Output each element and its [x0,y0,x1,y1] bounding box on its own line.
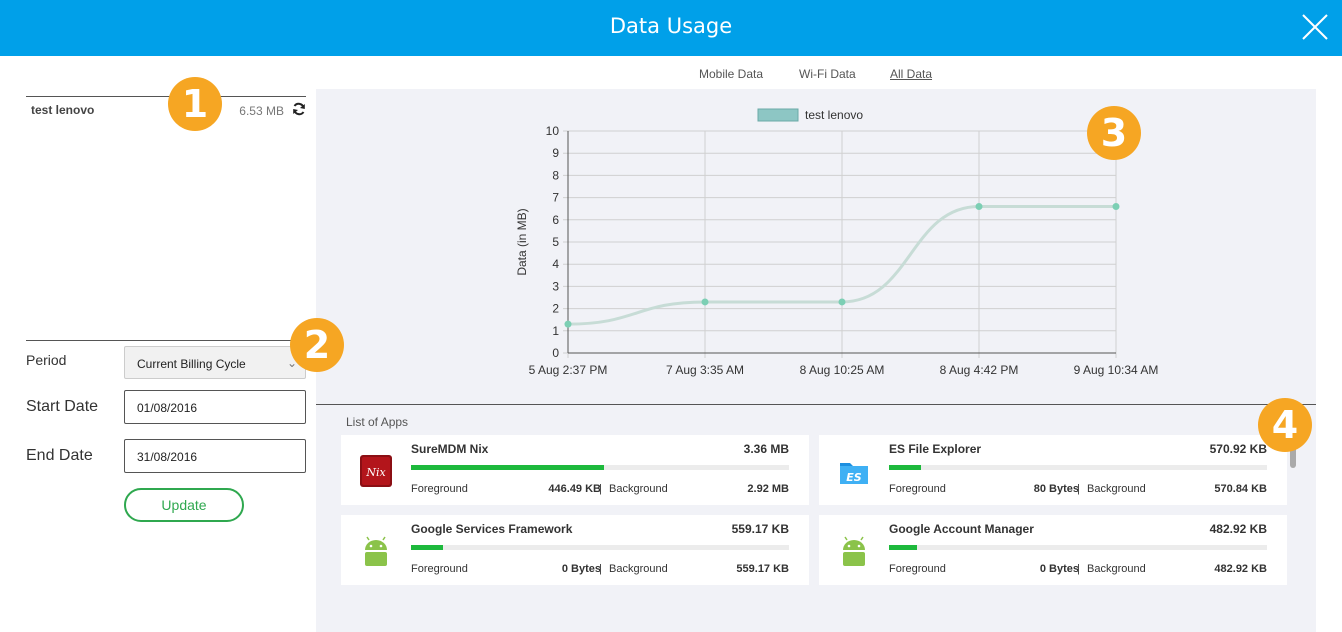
app-usage-fill [889,545,917,550]
chart-divider [316,404,1316,405]
y-tick-label: 2 [552,302,559,316]
apps-section-title: List of Apps [346,415,408,429]
background-value: 559.17 KB [736,563,789,575]
suremdm-nix-icon: Nix [359,454,393,488]
app-card[interactable]: Google Services Framework 559.17 KB Fore… [341,515,809,585]
app-usage-bar [411,465,789,470]
y-tick-label: 9 [552,146,559,160]
foreground-value: 80 Bytes [1034,483,1079,495]
step-badge-1: 1 [168,77,222,131]
foreground-label: Foreground [889,483,946,495]
app-usage-bar [889,465,1267,470]
legend-swatch [758,109,798,121]
app-name: ES File Explorer [889,442,981,456]
data-point [565,321,572,328]
step-badge-2: 2 [290,318,344,372]
device-data-size: 6.53 MB [239,104,284,118]
app-total: 3.36 MB [744,442,789,456]
app-card[interactable]: Google Account Manager 482.92 KB Foregro… [819,515,1287,585]
y-axis-label: Data (in MB) [515,208,529,275]
y-tick-label: 0 [552,346,559,360]
background-value: 2.92 MB [747,483,789,495]
data-point [839,298,846,305]
foreground-value: 0 Bytes [1040,563,1079,575]
step-badge-3: 3 [1087,106,1141,160]
start-date-label: Start Date [26,398,98,416]
x-tick-label: 8 Aug 10:25 AM [800,363,885,377]
filter-divider [26,340,306,341]
period-select[interactable]: Current Billing Cycle ⌄ [124,346,306,379]
update-button[interactable]: Update [124,488,244,522]
app-usage-fill [411,545,443,550]
device-list-item[interactable]: test lenovo 6.53 MB [26,96,306,122]
header-bar: Data Usage [0,0,1342,56]
foreground-value: 0 Bytes [562,563,601,575]
svg-text:Nix: Nix [365,466,386,479]
x-tick-label: 8 Aug 4:42 PM [940,363,1019,377]
app-card[interactable]: Nix SureMDM Nix 3.36 MB Foreground 446.4… [341,435,809,505]
value-separator: | [599,483,602,495]
device-name: test lenovo [31,103,94,117]
period-select-value: Current Billing Cycle [137,357,246,371]
data-point [1113,203,1120,210]
app-name: Google Account Manager [889,522,1034,536]
page-title: Data Usage [0,14,1342,38]
legend-label: test lenovo [805,108,863,122]
app-usage-fill [889,465,921,470]
background-label: Background [609,563,668,575]
end-date-field[interactable]: 31/08/2016 [124,439,306,473]
app-total: 559.17 KB [732,522,789,536]
data-point [702,298,709,305]
foreground-value: 446.49 KB [548,483,601,495]
tab-wifi-data[interactable]: Wi-Fi Data [799,67,856,81]
app-usage-fill [411,465,604,470]
tab-all-data[interactable]: All Data [890,67,932,81]
svg-text:ES: ES [846,471,862,484]
usage-chart: 0 1 2 3 4 5 6 7 8 9 10 5 Aug 2:37 PM 7 Aug 3:35 AM 8 … [316,89,1316,389]
android-icon [837,534,871,568]
y-tick-label: 7 [552,191,559,205]
background-value: 482.92 KB [1214,563,1267,575]
app-name: SureMDM Nix [411,442,488,456]
app-total: 482.92 KB [1210,522,1267,536]
y-tick-label: 5 [552,235,559,249]
data-point [976,203,983,210]
background-label: Background [609,483,668,495]
foreground-label: Foreground [411,483,468,495]
y-tick-label: 6 [552,213,559,227]
y-tick-label: 3 [552,279,559,293]
app-name: Google Services Framework [411,522,572,536]
x-tick-label: 7 Aug 3:35 AM [666,363,744,377]
android-icon [359,534,393,568]
background-label: Background [1087,483,1146,495]
start-date-field[interactable]: 01/08/2016 [124,390,306,424]
x-tick-label: 5 Aug 2:37 PM [529,363,608,377]
es-file-explorer-icon: ES [837,454,871,488]
background-value: 570.84 KB [1214,483,1267,495]
value-separator: | [1077,483,1080,495]
app-card[interactable]: ES ES File Explorer 570.92 KB Foreground… [819,435,1287,505]
y-tick-label: 4 [552,257,559,271]
foreground-label: Foreground [411,563,468,575]
close-icon[interactable] [1300,12,1330,42]
step-badge-4: 4 [1258,398,1312,452]
app-usage-bar [889,545,1267,550]
value-separator: | [1077,563,1080,575]
y-tick-label: 10 [546,124,560,138]
app-usage-bar [411,545,789,550]
refresh-icon[interactable] [292,102,306,116]
y-tick-label: 1 [552,324,559,338]
background-label: Background [1087,563,1146,575]
x-tick-label: 9 Aug 10:34 AM [1074,363,1159,377]
foreground-label: Foreground [889,563,946,575]
end-date-label: End Date [26,447,93,465]
value-separator: | [599,563,602,575]
period-label: Period [26,352,66,368]
y-tick-label: 8 [552,168,559,182]
tab-mobile-data[interactable]: Mobile Data [699,67,763,81]
app-total: 570.92 KB [1210,442,1267,456]
